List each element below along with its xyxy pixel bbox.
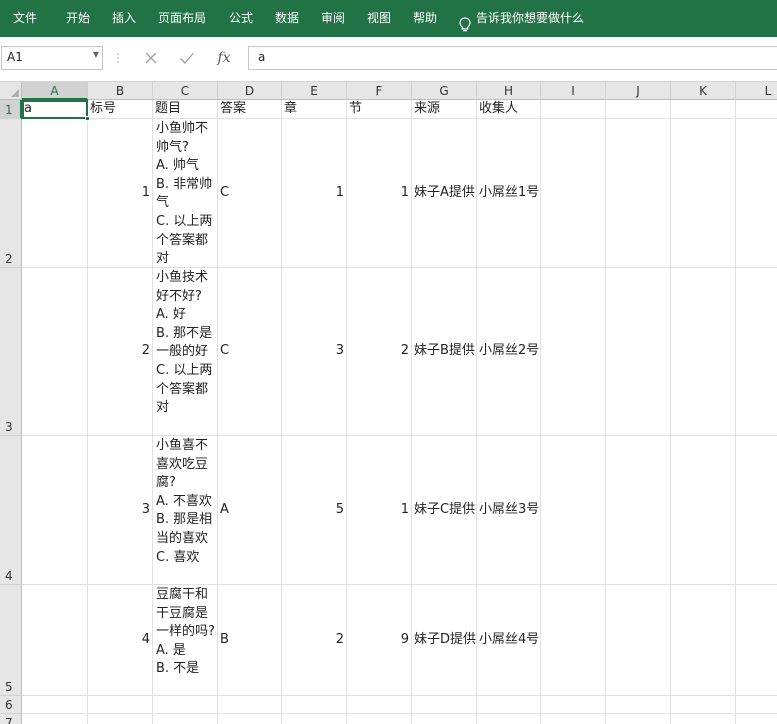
active-cell-selection bbox=[22, 100, 90, 121]
column-header-f[interactable]: F bbox=[347, 82, 412, 100]
cell-d2[interactable]: C bbox=[218, 119, 281, 267]
cell-b1[interactable]: 标号 bbox=[88, 100, 152, 118]
cell-b3[interactable]: 2 bbox=[88, 268, 152, 435]
cell-g2[interactable]: 妹子A提供 bbox=[412, 119, 476, 267]
cell-f4[interactable]: 1 bbox=[347, 436, 411, 584]
tell-me-label: 告诉我你想要做什么 bbox=[476, 11, 585, 25]
cell-b5[interactable]: 4 bbox=[88, 585, 152, 695]
column-header-a[interactable]: A bbox=[22, 82, 88, 100]
row-header-7[interactable]: 7 bbox=[0, 714, 22, 724]
cell-f5[interactable]: 9 bbox=[347, 585, 411, 695]
cell-c5[interactable]: 豆腐干和干豆腐是一样的吗? A. 是 B. 不是 bbox=[153, 585, 217, 695]
cell-g5[interactable]: 妹子D提供 bbox=[412, 585, 476, 695]
tab-view[interactable]: 视图 bbox=[367, 0, 391, 37]
row-header-3[interactable]: 3 bbox=[0, 268, 22, 436]
cell-g4[interactable]: 妹子C提供 bbox=[412, 436, 476, 584]
column-header-c[interactable]: C bbox=[153, 82, 218, 100]
cell-c4[interactable]: 小鱼喜不喜欢吃豆腐? A. 不喜欢 B. 那是相当的喜欢 C. 喜欢 bbox=[153, 436, 217, 584]
tab-home[interactable]: 开始 bbox=[66, 0, 90, 37]
tab-data[interactable]: 数据 bbox=[275, 0, 299, 37]
column-header-j[interactable]: J bbox=[606, 82, 671, 100]
cell-e2[interactable]: 1 bbox=[282, 119, 346, 267]
formula-bar: A1 ▼ ⋮ fx a bbox=[0, 37, 777, 82]
row-header-4[interactable]: 4 bbox=[0, 436, 22, 585]
cell-b4[interactable]: 3 bbox=[88, 436, 152, 584]
chevron-down-icon[interactable]: ▼ bbox=[93, 50, 99, 59]
column-header-h[interactable]: H bbox=[477, 82, 541, 100]
cell-e4[interactable]: 5 bbox=[282, 436, 346, 584]
column-header-d[interactable]: D bbox=[218, 82, 282, 100]
tab-insert[interactable]: 插入 bbox=[112, 0, 136, 37]
cell-c3[interactable]: 小鱼技术好不好? A. 好 B. 那不是一般的好 C. 以上两个答案都对 bbox=[153, 268, 217, 435]
column-header-i[interactable]: I bbox=[541, 82, 606, 100]
row-header-2[interactable]: 2 bbox=[0, 119, 22, 268]
cell-g3[interactable]: 妹子B提供 bbox=[412, 268, 476, 435]
cell-d5[interactable]: B bbox=[218, 585, 281, 695]
tell-me-box[interactable]: 告诉我你想要做什么 bbox=[459, 0, 584, 37]
row-header-6[interactable]: 6 bbox=[0, 696, 22, 714]
ribbon: 文件 开始 插入 页面布局 公式 数据 审阅 视图 帮助 告诉我你想要做什么 bbox=[0, 0, 777, 37]
formula-input[interactable]: a bbox=[248, 46, 777, 70]
lightbulb-icon bbox=[459, 11, 471, 31]
cell-h4[interactable]: 小屌丝3号 bbox=[477, 436, 540, 584]
cell-c1[interactable]: 题目 bbox=[153, 100, 217, 118]
column-header-k[interactable]: K bbox=[671, 82, 736, 100]
cell-g1[interactable]: 来源 bbox=[412, 100, 476, 118]
row-header-1[interactable]: 1 bbox=[0, 100, 22, 119]
tab-formulas[interactable]: 公式 bbox=[229, 0, 253, 37]
gridline bbox=[670, 100, 671, 724]
cell-d3[interactable]: C bbox=[218, 268, 281, 435]
cell-d1[interactable]: 答案 bbox=[218, 100, 281, 118]
select-all-button[interactable] bbox=[0, 82, 22, 100]
cell-c2[interactable]: 小鱼帅不帅气? A. 帅气 B. 非常帅气 C. 以上两个答案都对 bbox=[153, 119, 217, 267]
enter-check-icon[interactable] bbox=[176, 46, 198, 70]
name-box[interactable]: A1 ▼ bbox=[1, 46, 103, 70]
cell-f3[interactable]: 2 bbox=[347, 268, 411, 435]
column-header-g[interactable]: G bbox=[412, 82, 477, 100]
cell-f2[interactable]: 1 bbox=[347, 119, 411, 267]
cell-h1[interactable]: 收集人 bbox=[477, 100, 540, 118]
gridline bbox=[22, 695, 777, 696]
cell-d4[interactable]: A bbox=[218, 436, 281, 584]
cell-e1[interactable]: 章 bbox=[282, 100, 346, 118]
insert-function-icon[interactable]: fx bbox=[212, 46, 236, 70]
tab-file[interactable]: 文件 bbox=[13, 0, 37, 37]
gridline bbox=[735, 100, 736, 724]
cell-h3[interactable]: 小屌丝2号 bbox=[477, 268, 540, 435]
gridline bbox=[22, 713, 777, 714]
more-dots-icon[interactable]: ⋮ bbox=[108, 46, 128, 70]
cell-h2[interactable]: 小屌丝1号 bbox=[477, 119, 540, 267]
fill-handle[interactable] bbox=[85, 116, 90, 121]
cell-h5[interactable]: 小屌丝4号 bbox=[477, 585, 540, 695]
cell-e3[interactable]: 3 bbox=[282, 268, 346, 435]
cell-f1[interactable]: 节 bbox=[347, 100, 411, 118]
gridline bbox=[605, 100, 606, 724]
row-header-5[interactable]: 5 bbox=[0, 585, 22, 696]
spreadsheet-grid: A B C D E F G H I J K L 1 2 3 4 5 6 7 a … bbox=[0, 82, 777, 724]
column-header-l[interactable]: L bbox=[736, 82, 777, 100]
cancel-icon[interactable] bbox=[140, 46, 162, 70]
tab-page-layout[interactable]: 页面布局 bbox=[158, 0, 206, 37]
gridline bbox=[540, 100, 541, 724]
column-header-b[interactable]: B bbox=[88, 82, 153, 100]
name-box-value: A1 bbox=[7, 50, 23, 64]
tab-review[interactable]: 审阅 bbox=[321, 0, 345, 37]
column-header-e[interactable]: E bbox=[282, 82, 347, 100]
formula-value: a bbox=[258, 50, 266, 64]
cell-e5[interactable]: 2 bbox=[282, 585, 346, 695]
tab-help[interactable]: 帮助 bbox=[413, 0, 437, 37]
cell-b2[interactable]: 1 bbox=[88, 119, 152, 267]
